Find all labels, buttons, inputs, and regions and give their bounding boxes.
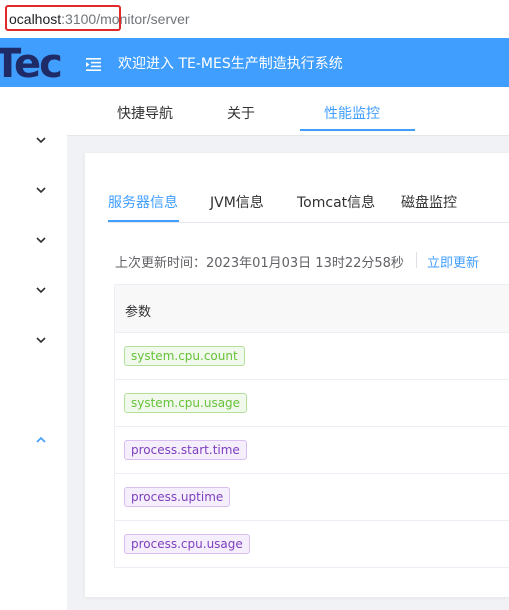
- sidebar: [0, 87, 67, 610]
- params-table: 参数 system.cpu.count system.cpu.usage pro…: [114, 284, 509, 568]
- param-tag: system.cpu.count: [124, 346, 245, 366]
- table-header: 参数: [115, 285, 509, 333]
- last-update-time: 上次更新时间：2023年01月03日 13时22分58秒: [115, 256, 404, 271]
- table-row: process.start.time: [115, 427, 509, 474]
- tab-tomcat-info[interactable]: Tomcat信息: [297, 192, 375, 212]
- logo: Tec: [0, 41, 63, 87]
- browser-url-bar[interactable]: ocalhost:3100/monitor/server: [0, 0, 509, 39]
- tag-quick-nav[interactable]: 快捷导航: [117, 103, 173, 123]
- chevron-down-icon[interactable]: [35, 329, 47, 348]
- chevron-down-icon[interactable]: [35, 129, 47, 148]
- chevron-down-icon[interactable]: [35, 229, 47, 248]
- top-header: Tec 欢迎进入 TE-MES生产制造执行系统: [0, 38, 509, 87]
- tabs-divider: [108, 222, 509, 223]
- table-row: process.uptime: [115, 474, 509, 521]
- table-row: system.cpu.usage: [115, 380, 509, 427]
- chevron-up-icon[interactable]: [35, 429, 47, 448]
- url-highlight-box: [5, 5, 121, 31]
- param-tag: process.cpu.usage: [124, 534, 250, 554]
- param-tag: system.cpu.usage: [124, 393, 248, 413]
- welcome-text: 欢迎进入 TE-MES生产制造执行系统: [118, 56, 343, 72]
- refresh-now-link[interactable]: 立即更新: [427, 252, 479, 271]
- chevron-down-icon[interactable]: [35, 279, 47, 298]
- active-tag-underline: [300, 129, 415, 131]
- table-row: process.cpu.usage: [115, 521, 509, 568]
- table-row: system.cpu.count: [115, 333, 509, 380]
- divider: [416, 252, 417, 268]
- param-tag: process.uptime: [124, 487, 231, 507]
- tag-performance-monitor[interactable]: 性能监控: [324, 103, 380, 123]
- tab-server-info[interactable]: 服务器信息: [108, 192, 178, 212]
- menu-fold-icon[interactable]: [86, 56, 101, 75]
- tab-jvm-info[interactable]: JVM信息: [210, 192, 264, 212]
- active-tab-underline: [108, 220, 179, 222]
- tag-about[interactable]: 关于: [227, 103, 255, 123]
- param-tag: process.start.time: [124, 440, 247, 460]
- tab-disk-monitor[interactable]: 磁盘监控: [401, 192, 457, 212]
- tags-view-bar: 快捷导航 关于 性能监控: [67, 87, 509, 136]
- column-header-param: 参数: [125, 305, 152, 320]
- chevron-down-icon[interactable]: [35, 179, 47, 198]
